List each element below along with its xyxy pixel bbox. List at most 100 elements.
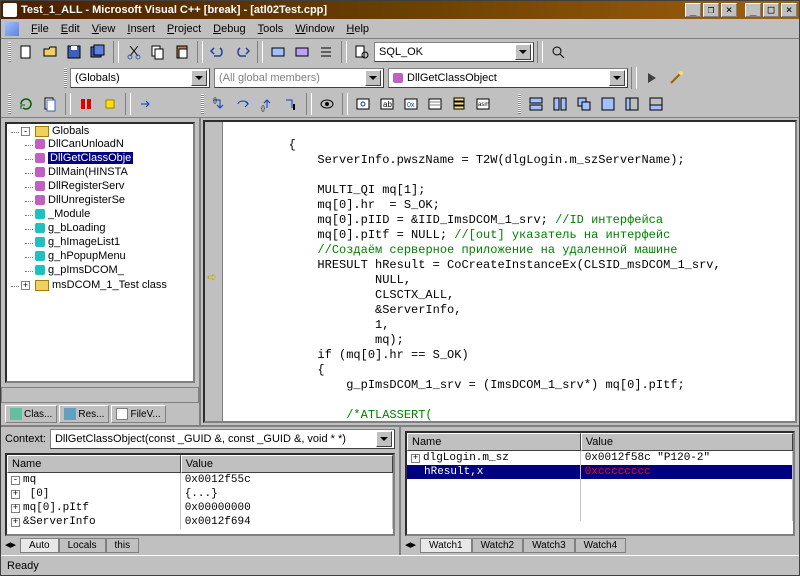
class-tree[interactable]: - Globals DllCanUnloadN DllGetClassObje Dl…	[5, 122, 195, 383]
tab-fileview[interactable]: FileV...	[111, 405, 165, 423]
menubar: File Edit View Insert Project Debug Tool…	[1, 19, 799, 39]
tree-next-node[interactable]: + msDCOM_1_Test class	[21, 279, 193, 291]
stop-debug-button[interactable]	[39, 93, 61, 115]
minimize-button[interactable]: _	[745, 3, 761, 17]
source-code[interactable]: { ServerInfo.pwszName = T2W(dlgLogin.m_s…	[225, 134, 795, 423]
find-in-files-button[interactable]	[351, 41, 373, 63]
copy-button[interactable]	[147, 41, 169, 63]
tree-globals-node[interactable]: - Globals	[21, 125, 193, 137]
close-button[interactable]: ×	[781, 3, 797, 17]
menu-debug[interactable]: Debug	[207, 21, 251, 37]
run-to-cursor-button[interactable]	[280, 93, 302, 115]
registers-button[interactable]: 0x	[400, 93, 422, 115]
step-over-button[interactable]	[232, 93, 254, 115]
func-icon	[393, 73, 403, 83]
step-into-button[interactable]: {}	[208, 93, 230, 115]
callstack-button[interactable]	[448, 93, 470, 115]
tab-classview[interactable]: Clas...	[5, 405, 57, 423]
maximize-button[interactable]: □	[763, 3, 779, 17]
quickwatch-button[interactable]	[316, 93, 338, 115]
find-combo-drop[interactable]	[515, 44, 531, 60]
disasm-button[interactable]: asm	[472, 93, 494, 115]
menu-insert[interactable]: Insert	[121, 21, 161, 37]
tab-locals[interactable]: Locals	[59, 538, 106, 553]
undo-button[interactable]	[207, 41, 229, 63]
list-button[interactable]	[315, 41, 337, 63]
tree-item[interactable]: DllMain(HINSTA	[35, 166, 193, 178]
watch-table[interactable]: Name Value +dlgLogin.m_sz0x0012f58c "P12…	[405, 431, 795, 536]
new-button[interactable]	[15, 41, 37, 63]
tile-v-button[interactable]	[549, 93, 571, 115]
output-button[interactable]	[291, 41, 313, 63]
go-button[interactable]	[641, 67, 663, 89]
tree-item[interactable]: _Module	[35, 208, 193, 220]
watch-button[interactable]	[352, 93, 374, 115]
tab-this[interactable]: this	[106, 538, 140, 553]
tab-watch3[interactable]: Watch3	[523, 538, 575, 553]
apply-code-button[interactable]	[99, 93, 121, 115]
menu-tools[interactable]: Tools	[252, 21, 290, 37]
function-combo[interactable]: DllGetClassObject	[388, 68, 628, 88]
tab-watch4[interactable]: Watch4	[575, 538, 627, 553]
memory-button[interactable]	[424, 93, 446, 115]
table-row[interactable]: +dlgLogin.m_sz0x0012f58c "P120-2"	[407, 451, 793, 465]
paste-button[interactable]	[171, 41, 193, 63]
mdi-close-button[interactable]: ×	[721, 3, 737, 17]
find-button[interactable]	[547, 41, 569, 63]
tree-item[interactable]: DllUnregisterSe	[35, 194, 193, 206]
svg-text:ab: ab	[383, 100, 392, 109]
grip[interactable]	[8, 42, 11, 62]
saveall-button[interactable]	[87, 41, 109, 63]
tab-resourceview[interactable]: Res...	[59, 405, 109, 423]
gutter[interactable]: ➪	[205, 122, 223, 421]
context-combo[interactable]: DllGetClassObject(const _GUID &, const _…	[50, 429, 395, 449]
table-row[interactable]: -mq0x0012f55c	[7, 473, 393, 487]
tree-item[interactable]: DllRegisterServ	[35, 180, 193, 192]
wand-button[interactable]	[665, 67, 687, 89]
table-row[interactable]: hResult,x0xcccccccc	[407, 465, 793, 479]
menu-help[interactable]: Help	[340, 21, 375, 37]
save-button[interactable]	[63, 41, 85, 63]
tree-item[interactable]: g_bLoading	[35, 222, 193, 234]
variables-button[interactable]: ab	[376, 93, 398, 115]
app-window: Test_1_ALL - Microsoft Visual C++ [break…	[0, 0, 800, 576]
workspace-button[interactable]	[267, 41, 289, 63]
menu-file[interactable]: File	[25, 21, 55, 37]
tree-item[interactable]: DllCanUnloadN	[35, 138, 193, 150]
break-button[interactable]	[75, 93, 97, 115]
tab-watch2[interactable]: Watch2	[472, 538, 524, 553]
menu-window[interactable]: Window	[289, 21, 340, 37]
restart-debug-button[interactable]	[15, 93, 37, 115]
tab-watch1[interactable]: Watch1	[420, 538, 472, 553]
cut-button[interactable]	[123, 41, 145, 63]
tree-item[interactable]: g_pImsDCOM_	[35, 264, 193, 276]
table-row[interactable]: + [0]{...}	[7, 487, 393, 501]
layout1-button[interactable]	[621, 93, 643, 115]
tree-item[interactable]: DllGetClassObje	[35, 152, 193, 164]
tree-hscroll[interactable]	[1, 387, 199, 403]
code-editor[interactable]: ➪ { ServerInfo.pwszName = T2W(dlgLogin.m…	[203, 120, 797, 423]
tree-item[interactable]: g_hPopupMenu	[35, 250, 193, 262]
table-row[interactable]: +mq[0].pItf0x00000000	[7, 501, 393, 515]
menu-edit[interactable]: Edit	[55, 21, 86, 37]
variables-table[interactable]: Name Value -mq0x0012f55c+ [0]{...}+mq[0]…	[5, 453, 395, 536]
members-combo[interactable]: (All global members)	[214, 68, 384, 88]
cascade-button[interactable]	[573, 93, 595, 115]
menu-project[interactable]: Project	[161, 21, 207, 37]
work-area: - Globals DllCanUnloadN DllGetClassObje Dl…	[1, 117, 799, 425]
fullscreen-button[interactable]	[597, 93, 619, 115]
table-row[interactable]: +&ServerInfo0x0012f694	[7, 515, 393, 529]
scope-combo[interactable]: (Globals)	[70, 68, 210, 88]
tab-auto[interactable]: Auto	[20, 538, 59, 553]
layout2-button[interactable]	[645, 93, 667, 115]
open-button[interactable]	[39, 41, 61, 63]
mdi-min-button[interactable]: _	[685, 3, 701, 17]
step-out-button[interactable]: {}	[256, 93, 278, 115]
menu-view[interactable]: View	[86, 21, 122, 37]
tree-item[interactable]: g_hImageList1	[35, 236, 193, 248]
mdi-restore-button[interactable]: ❐	[703, 3, 719, 17]
tile-h-button[interactable]	[525, 93, 547, 115]
find-combo[interactable]: SQL_OK	[374, 42, 534, 62]
show-next-button[interactable]	[135, 93, 157, 115]
redo-button[interactable]	[231, 41, 253, 63]
